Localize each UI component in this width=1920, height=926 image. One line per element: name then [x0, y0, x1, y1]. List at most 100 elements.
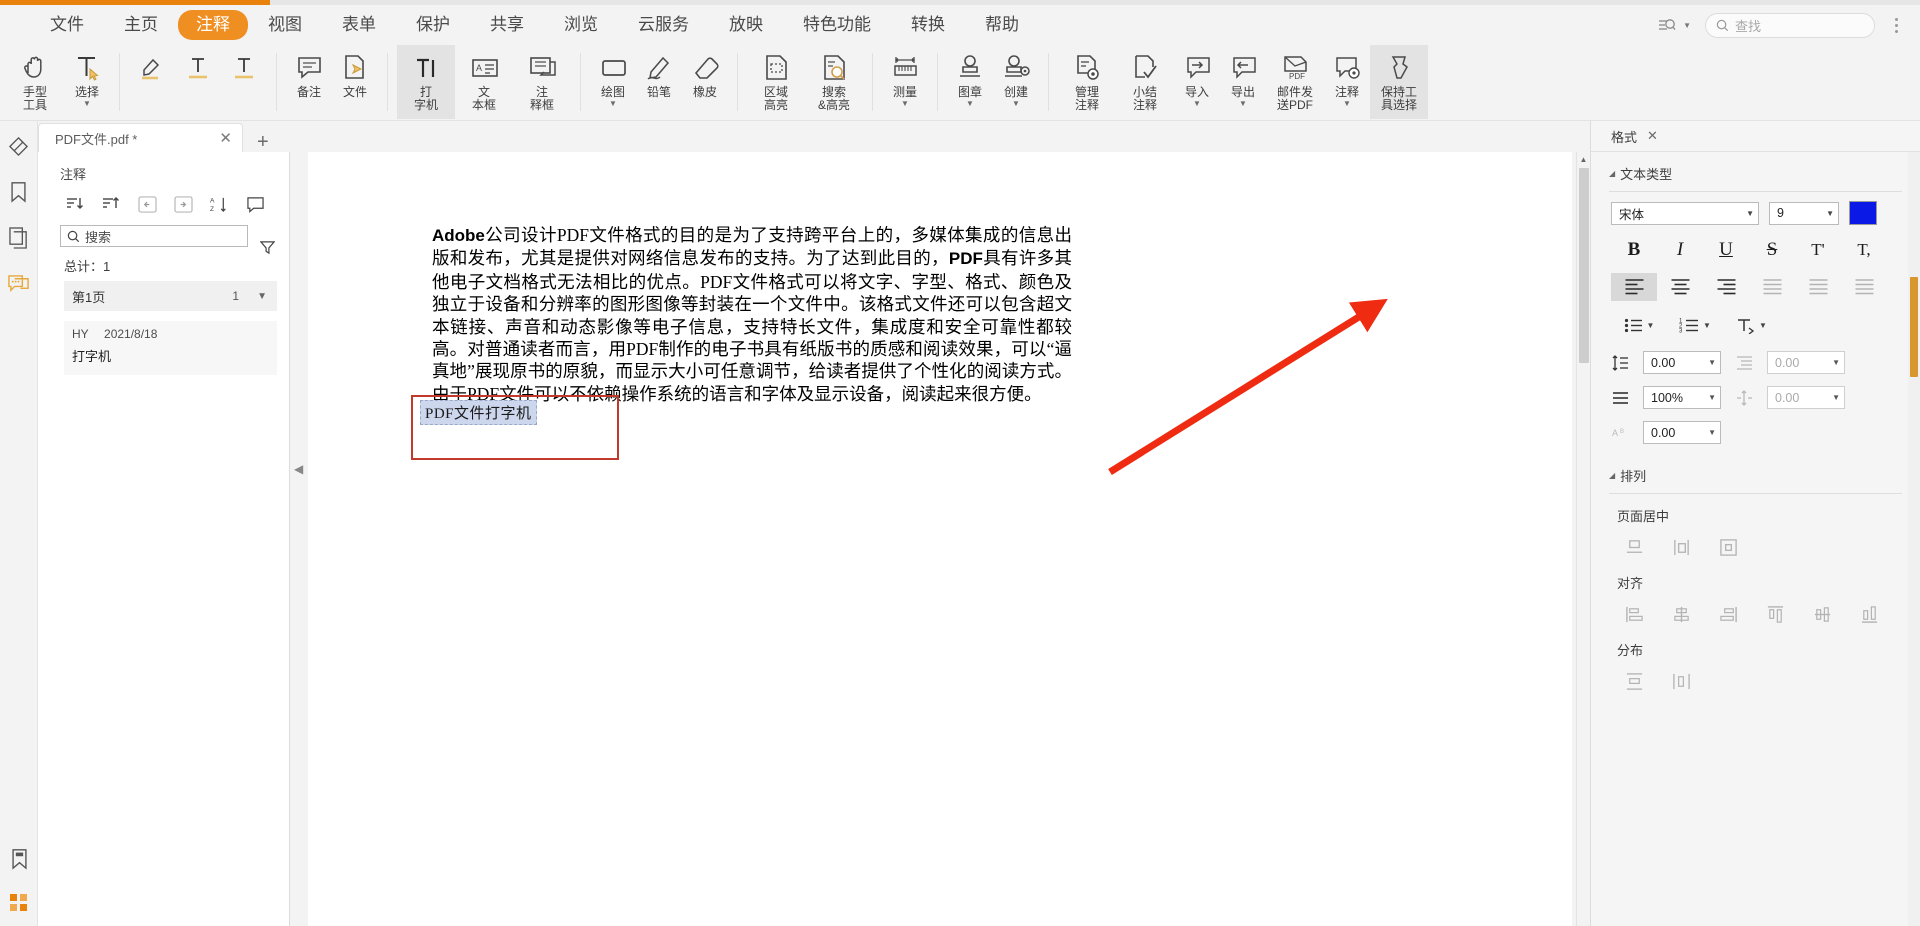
underline-button[interactable]: U [1703, 235, 1749, 265]
distribute-vertical-button[interactable] [1611, 667, 1658, 695]
chevron-down-icon[interactable]: ▼ [1239, 100, 1247, 108]
ribbon-button-area-highlight[interactable]: 区域 高亮 [747, 45, 805, 119]
ribbon-button-eraser[interactable]: 橡皮 [682, 45, 728, 119]
ribbon-button-import[interactable]: 导入▼ [1174, 45, 1220, 119]
char-spacing-input[interactable]: 0.00 ▼ [1767, 386, 1845, 409]
align-right-button[interactable] [1703, 273, 1749, 301]
paragraph-indent-input[interactable]: 0.00 ▼ [1767, 351, 1845, 374]
menu-item-5[interactable]: 保护 [396, 10, 470, 40]
ribbon-button-summary-annot[interactable]: 小结 注释 [1116, 45, 1174, 119]
ribbon-button-file-attach[interactable]: 文件 [332, 45, 378, 119]
comments-filter-button[interactable] [260, 240, 275, 260]
menu-item-0[interactable]: 文件 [30, 10, 104, 40]
scrollbar-thumb[interactable] [1579, 168, 1589, 363]
sort-az-icon[interactable]: A Z [208, 193, 230, 215]
menu-item-9[interactable]: 放映 [709, 10, 783, 40]
global-search-input[interactable]: 查找 [1705, 13, 1875, 38]
collapse-left-panel-button[interactable]: ◀ [294, 462, 303, 476]
comments-page-group[interactable]: 第1页 1 ▼ [64, 281, 277, 311]
menu-item-1[interactable]: 主页 [104, 10, 178, 40]
color-palette-button[interactable] [4, 888, 34, 918]
ribbon-button-manage-annot[interactable]: 管理 注释 [1058, 45, 1116, 119]
close-icon[interactable]: ✕ [1647, 128, 1658, 144]
align-left-button[interactable] [1611, 273, 1657, 301]
align-center-button[interactable] [1657, 273, 1703, 301]
prev-comment-button[interactable] [136, 193, 158, 215]
ribbon-button-typewriter[interactable]: 打 字机 [397, 45, 455, 119]
menu-item-6[interactable]: 共享 [470, 10, 544, 40]
bold-button[interactable]: B [1611, 235, 1657, 265]
ribbon-button-search-highlight[interactable]: 搜索 &高亮 [805, 45, 863, 119]
ribbon-button-annot-settings[interactable]: 注释▼ [1324, 45, 1370, 119]
document-tab[interactable]: PDF文件.pdf * ✕ [38, 123, 243, 152]
ribbon-button-callout[interactable]: 注 释框 [513, 45, 571, 119]
distribute-horizontal-button[interactable] [1658, 667, 1705, 695]
more-options-button[interactable] [1889, 18, 1904, 33]
align-distribute-button[interactable] [1795, 273, 1841, 301]
align-obj-left-button[interactable] [1611, 600, 1658, 628]
align-obj-right-button[interactable] [1705, 600, 1752, 628]
menu-item-2[interactable]: 注释 [178, 10, 248, 40]
menu-item-7[interactable]: 浏览 [544, 10, 618, 40]
menu-item-11[interactable]: 转换 [891, 10, 965, 40]
align-obj-bottom-button[interactable] [1846, 600, 1893, 628]
section-arrange[interactable]: ◢ 排列 [1591, 444, 1920, 493]
italic-button[interactable]: I [1657, 235, 1703, 265]
close-icon[interactable]: ✕ [219, 131, 232, 146]
align-obj-middle-button[interactable] [1799, 600, 1846, 628]
ribbon-button-pencil[interactable]: 铅笔 [636, 45, 682, 119]
chevron-down-icon[interactable]: ▼ [1343, 100, 1351, 108]
font-size-select[interactable]: 9 ▼ [1769, 202, 1839, 225]
ribbon-button-measure[interactable]: 测量▼ [882, 45, 928, 119]
font-family-select[interactable]: 宋体 ▼ [1611, 202, 1759, 225]
saved-bookmark-button[interactable] [4, 844, 34, 874]
chevron-down-icon[interactable]: ▼ [609, 100, 617, 108]
ribbon-button-mail-pdf[interactable]: PDF邮件发 送PDF [1266, 45, 1324, 119]
sidebar-item-comments[interactable] [4, 269, 34, 299]
line-spacing-input[interactable]: 0.00 ▼ [1643, 351, 1721, 374]
section-text-type[interactable]: ◢ 文本类型 [1591, 152, 1920, 191]
bulleted-list-button[interactable]: ▼ [1611, 311, 1667, 339]
char-scale-input[interactable]: 100% ▼ [1643, 386, 1721, 409]
chevron-down-icon[interactable]: ▼ [257, 291, 267, 302]
menu-item-8[interactable]: 云服务 [618, 10, 709, 40]
scroll-up-icon[interactable]: ▲ [1577, 152, 1590, 166]
ribbon-button-note[interactable]: 备注 [286, 45, 332, 119]
ribbon-button-export[interactable]: 导出▼ [1220, 45, 1266, 119]
sort-ascending-icon[interactable] [100, 193, 122, 215]
comments-search-input[interactable]: 搜索 [60, 225, 248, 247]
format-panel-scrollbar[interactable] [1908, 152, 1920, 926]
align-obj-top-button[interactable] [1752, 600, 1799, 628]
text-direction-button[interactable]: ▼ [1723, 311, 1779, 339]
typewriter-text-annotation[interactable]: PDF文件打字机 [420, 400, 537, 425]
menu-item-4[interactable]: 表单 [322, 10, 396, 40]
center-horizontal-button[interactable] [1611, 533, 1658, 561]
align-force-button[interactable] [1841, 273, 1887, 301]
numbered-list-button[interactable]: 1 2 3 ▼ [1667, 311, 1723, 339]
center-vertical-button[interactable] [1658, 533, 1705, 561]
ribbon-button-stamp[interactable]: 图章▼ [947, 45, 993, 119]
menu-item-3[interactable]: 视图 [248, 10, 322, 40]
ribbon-button-shape[interactable]: 绘图▼ [590, 45, 636, 119]
menu-item-12[interactable]: 帮助 [965, 10, 1039, 40]
comment-list-item[interactable]: HY 2021/8/18 打字机 [64, 321, 277, 375]
ribbon-button-strikeout[interactable] [221, 45, 267, 119]
view-options-button[interactable]: ▼ [1658, 17, 1691, 33]
sort-descending-icon[interactable] [64, 193, 86, 215]
center-both-button[interactable] [1705, 533, 1752, 561]
strikethrough-button[interactable]: S [1749, 235, 1795, 265]
chevron-down-icon[interactable]: ▼ [1193, 100, 1201, 108]
subscript-button[interactable]: T, [1841, 235, 1887, 265]
superscript-button[interactable]: T' [1795, 235, 1841, 265]
align-justify-button[interactable] [1749, 273, 1795, 301]
font-color-swatch[interactable] [1849, 201, 1877, 225]
comment-box-icon[interactable] [244, 193, 266, 215]
sidebar-item-pages[interactable] [4, 223, 34, 253]
sidebar-item-bookmark[interactable] [4, 177, 34, 207]
document-scrollbar[interactable]: ▲ [1576, 152, 1590, 926]
ribbon-button-text-select[interactable]: 选择▼ [64, 45, 110, 119]
ribbon-button-keep-tool[interactable]: 保持工 具选择 [1370, 45, 1428, 119]
ribbon-button-underline[interactable] [175, 45, 221, 119]
ribbon-button-hand[interactable]: 手型 工具 [6, 45, 64, 119]
ribbon-button-stamp-create[interactable]: 创建▼ [993, 45, 1039, 119]
